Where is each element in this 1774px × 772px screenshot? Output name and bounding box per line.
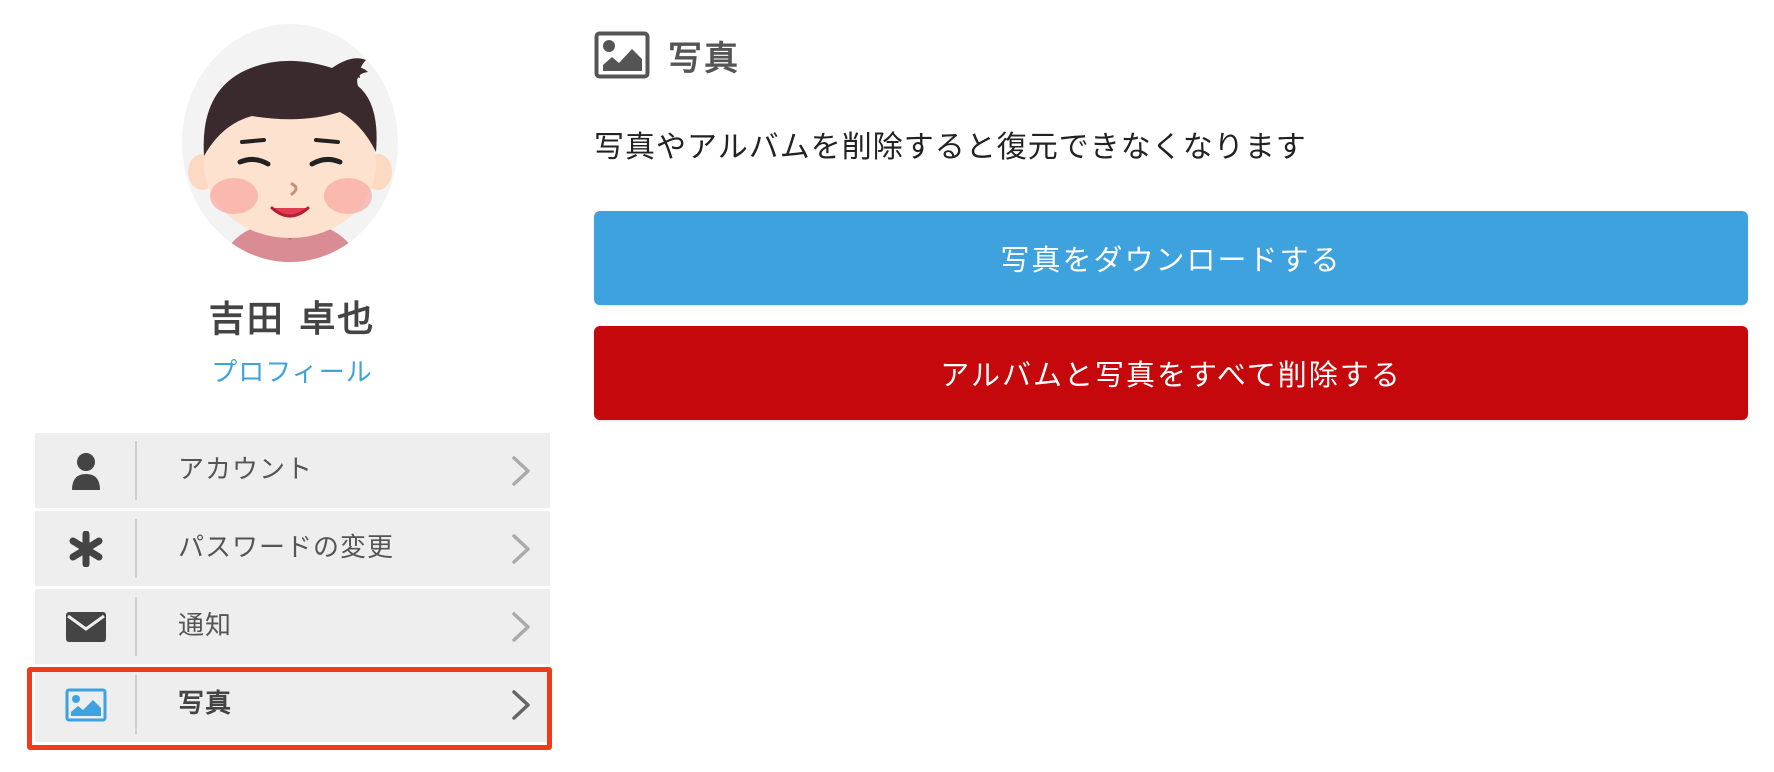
sidebar-item-password[interactable]: パスワードの変更	[35, 511, 550, 586]
asterisk-icon	[35, 511, 136, 586]
menu-divider	[135, 519, 137, 578]
sidebar-item-account[interactable]: アカウント	[35, 433, 550, 508]
menu-divider	[135, 597, 137, 656]
user-name: 吉田 卓也	[208, 299, 376, 340]
sidebar-item-label: 通知	[178, 611, 233, 641]
download-photos-button[interactable]: 写真をダウンロードする	[594, 211, 1748, 305]
image-icon	[35, 667, 136, 742]
chevron-right-icon	[512, 612, 530, 642]
delete-all-button[interactable]: アルバムと写真をすべて削除する	[594, 326, 1748, 420]
user-icon	[35, 433, 136, 508]
envelope-icon	[35, 589, 136, 664]
profile-link[interactable]: プロフィール	[34, 352, 550, 389]
avatar-illustration	[182, 24, 398, 262]
page-title: 写真	[668, 38, 740, 79]
sidebar-item-label: アカウント	[178, 455, 314, 485]
chevron-right-icon	[512, 690, 530, 720]
menu-divider	[135, 675, 137, 734]
sidebar-item-notifications[interactable]: 通知	[35, 589, 550, 664]
settings-menu: アカウント パスワードの変更 通知 写真	[35, 433, 550, 745]
sidebar-item-photos[interactable]: 写真	[35, 667, 550, 742]
chevron-right-icon	[512, 456, 530, 486]
sidebar-item-label: パスワードの変更	[178, 533, 395, 563]
menu-divider	[135, 441, 137, 500]
image-icon	[594, 31, 650, 79]
section-header: 写真	[594, 28, 740, 82]
sidebar-item-label: 写真	[178, 689, 233, 719]
delete-warning-text: 写真やアルバムを削除すると復元できなくなります	[594, 130, 1307, 165]
chevron-right-icon	[512, 534, 530, 564]
avatar	[182, 24, 398, 262]
